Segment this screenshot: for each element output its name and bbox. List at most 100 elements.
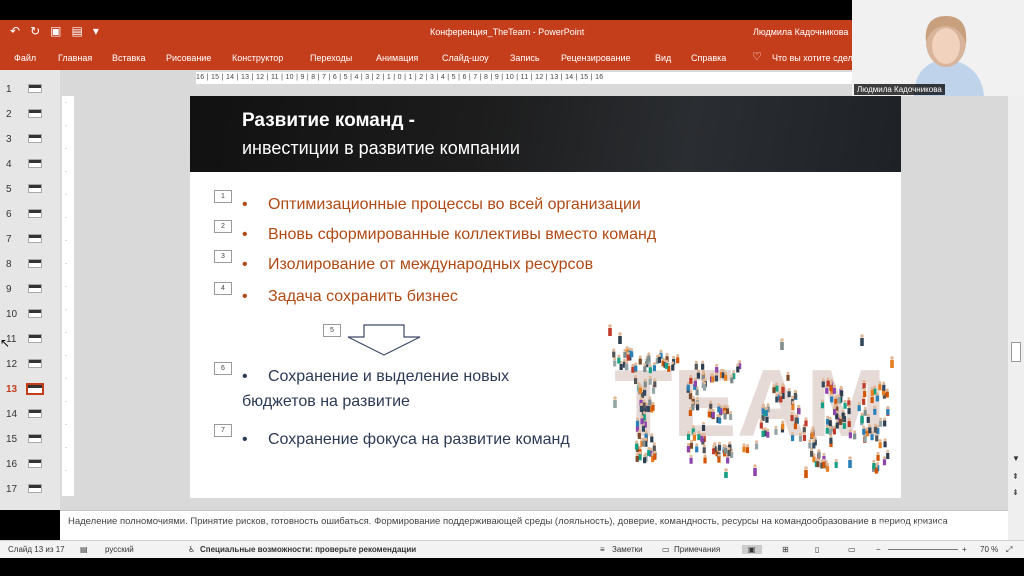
crowd-person xyxy=(642,437,646,447)
zoom-slider[interactable] xyxy=(888,549,958,550)
tab-file[interactable]: Файл xyxy=(14,53,36,63)
customize-qat-icon[interactable]: ▾ xyxy=(93,24,99,38)
slide-thumbnail[interactable]: 15 xyxy=(0,429,60,451)
scrollbar-thumb[interactable] xyxy=(1011,342,1021,362)
animation-tag[interactable]: 1 xyxy=(214,190,232,203)
slide-subtitle[interactable]: инвестиции в развитие компании xyxy=(242,138,520,159)
tab-insert[interactable]: Вставка xyxy=(112,53,145,63)
tell-me-search[interactable]: Что вы хотите сдел xyxy=(772,53,853,63)
redo-icon[interactable]: ↻ xyxy=(30,24,40,38)
scroll-down-icon[interactable]: ▼ xyxy=(1012,454,1020,463)
crowd-person xyxy=(648,396,652,406)
slide-thumbnail[interactable]: 4 xyxy=(0,154,60,176)
tab-help[interactable]: Справка xyxy=(691,53,726,63)
animation-tag[interactable]: 6 xyxy=(214,362,232,375)
tab-home[interactable]: Главная xyxy=(58,53,92,63)
ruler-tick: · xyxy=(65,146,67,152)
slide-sorter-icon[interactable]: ⊞ xyxy=(782,545,789,554)
reading-view-icon[interactable]: ▯ xyxy=(815,545,819,554)
crowd-person xyxy=(736,363,740,373)
crowd-person xyxy=(712,445,716,455)
slide-thumbnail[interactable]: 14 xyxy=(0,404,60,426)
slide-thumbnail[interactable]: 1 xyxy=(0,79,60,101)
slide-thumbnail[interactable]: 9 xyxy=(0,279,60,301)
team-crowd-image[interactable]: TEAM xyxy=(600,318,900,478)
slide-thumbnail[interactable]: 3 xyxy=(0,129,60,151)
zoom-level[interactable]: 70 % xyxy=(980,545,998,554)
crowd-person xyxy=(828,426,832,436)
accessibility-icon[interactable]: ♿ xyxy=(188,545,195,554)
slide-thumbnail[interactable]: 6 xyxy=(0,204,60,226)
slide-thumbnail[interactable]: 2 xyxy=(0,104,60,126)
next-slide-icon[interactable]: ⇟ xyxy=(1012,488,1019,497)
crowd-person xyxy=(724,468,728,478)
tab-slideshow[interactable]: Слайд-шоу xyxy=(442,53,489,63)
tab-record[interactable]: Запись xyxy=(510,53,540,63)
fit-slide-icon[interactable]: ⤢ xyxy=(1006,545,1012,555)
tab-draw[interactable]: Рисование xyxy=(166,53,211,63)
notes-button[interactable]: Заметки xyxy=(612,545,643,554)
speaker-notes[interactable]: Наделение полномочиями. Принятие рисков,… xyxy=(60,510,1008,540)
undo-icon[interactable]: ↶ xyxy=(10,24,20,38)
crowd-person xyxy=(633,374,638,385)
crowd-person xyxy=(816,458,820,468)
slide-thumbnail[interactable]: 7 xyxy=(0,229,60,251)
slide-counter: Слайд 13 из 17 xyxy=(8,545,65,554)
webcam-video-tile[interactable]: theTeam Людмила Кадочникова xyxy=(852,0,1024,96)
crowd-person xyxy=(866,413,870,423)
crowd-person xyxy=(613,357,617,367)
crowd-person xyxy=(822,458,826,468)
notes-icon[interactable]: ≡ xyxy=(600,545,605,554)
crowd-person xyxy=(676,354,680,364)
normal-view-icon[interactable]: ▣ xyxy=(742,545,762,554)
down-arrow-shape[interactable] xyxy=(346,324,422,356)
slide-thumbnail[interactable]: 10 xyxy=(0,304,60,326)
tab-design[interactable]: Конструктор xyxy=(232,53,283,63)
crowd-person xyxy=(695,401,700,411)
ruler-tick: · xyxy=(65,215,67,221)
slide-canvas[interactable]: Развитие команд - инвестиции в развитие … xyxy=(190,96,901,498)
bullet-continuation[interactable]: бюджетов на развитие xyxy=(242,393,410,411)
animation-tag[interactable]: 7 xyxy=(214,424,232,437)
crowd-person xyxy=(640,415,644,425)
slide-thumbnail[interactable]: 8 xyxy=(0,254,60,276)
comments-button[interactable]: Примечания xyxy=(674,545,720,554)
slide-number: 14 xyxy=(6,409,18,420)
slide-thumbnail[interactable]: 16 xyxy=(0,454,60,476)
animation-tag[interactable]: 3 xyxy=(214,250,232,263)
prev-slide-icon[interactable]: ⇞ xyxy=(1012,472,1019,481)
account-user-name[interactable]: Людмила Кадочникова xyxy=(753,27,848,37)
accessibility-status[interactable]: Специальные возможности: проверьте реком… xyxy=(200,545,416,554)
tab-transitions[interactable]: Переходы xyxy=(310,53,352,63)
animation-tag[interactable]: 4 xyxy=(214,282,232,295)
slide-thumbnail[interactable]: 13 xyxy=(0,379,60,401)
zoom-in-icon[interactable]: + xyxy=(962,545,967,554)
crowd-person xyxy=(724,444,728,454)
present-icon[interactable]: ▤ xyxy=(71,24,82,38)
slide-number: 13 xyxy=(6,384,18,395)
crowd-person xyxy=(745,444,750,454)
tab-animations[interactable]: Анимация xyxy=(376,53,418,63)
crowd-person xyxy=(832,384,836,394)
ruler-tick: · xyxy=(65,330,67,336)
tab-review[interactable]: Рецензирование xyxy=(561,53,631,63)
slideshow-view-icon[interactable]: ▭ xyxy=(848,545,856,554)
slide-thumbnail[interactable]: 5 xyxy=(0,179,60,201)
save-icon[interactable]: ▣ xyxy=(50,24,61,38)
crowd-person xyxy=(728,410,733,421)
slide-thumbnail[interactable]: 17 xyxy=(0,479,60,501)
language-indicator[interactable]: русский xyxy=(105,545,134,554)
slide-thumbnail[interactable]: 12 xyxy=(0,354,60,376)
crowd-person xyxy=(761,427,765,437)
slide-title[interactable]: Развитие команд - xyxy=(242,110,415,132)
crowd-person xyxy=(878,381,882,391)
zoom-out-icon[interactable]: − xyxy=(876,545,881,554)
crowd-person xyxy=(608,324,612,336)
slide-number: 6 xyxy=(6,209,12,220)
animation-tag[interactable]: 5 xyxy=(323,324,341,337)
spellcheck-icon[interactable]: ▤ xyxy=(80,545,88,554)
tab-view[interactable]: Вид xyxy=(655,53,671,63)
comments-icon[interactable]: ▭ xyxy=(662,545,670,554)
vertical-scrollbar[interactable]: ▲ ▼ ⇞ ⇟ xyxy=(1008,70,1024,540)
animation-tag[interactable]: 2 xyxy=(214,220,232,233)
